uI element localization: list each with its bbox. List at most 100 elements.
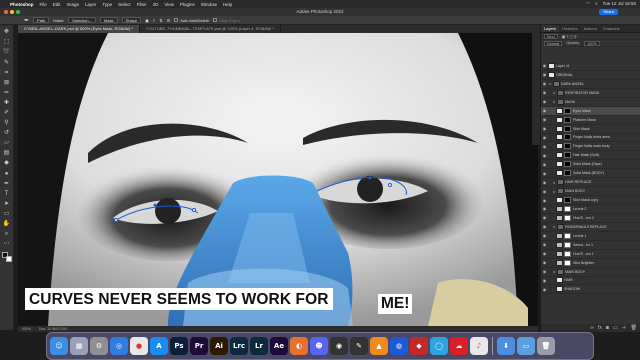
anchor-point[interactable] xyxy=(368,176,372,180)
menu-file[interactable]: File xyxy=(40,2,47,7)
zoom-icon[interactable]: ⌕ xyxy=(2,230,11,239)
layer-row[interactable]: ◉ Platform Mask xyxy=(541,116,640,125)
layer-row[interactable]: ◉ HAIR xyxy=(541,277,640,286)
hand-icon[interactable]: ✋ xyxy=(2,220,11,229)
new-group-icon[interactable]: ▭ xyxy=(613,324,618,332)
layer-row[interactable]: ◉ Skin Mask xyxy=(541,125,640,134)
layer-row[interactable]: ◉ Eyes Mask xyxy=(541,106,640,116)
wifi-icon[interactable]: ◠ xyxy=(586,1,590,7)
lightroom-icon[interactable]: Lr xyxy=(250,337,268,355)
globe-app-icon[interactable]: ◯ xyxy=(430,337,448,355)
shape-button[interactable]: Shape xyxy=(121,17,142,23)
layer-row[interactable]: ◉ ▸ DARK ANGEL xyxy=(541,80,640,89)
settings-gear-icon[interactable]: ⚙ xyxy=(167,18,171,23)
lasso-icon[interactable]: ➰ xyxy=(2,48,11,57)
layer-row[interactable]: ◉ Finger Nails main body xyxy=(541,142,640,152)
visibility-eye-icon[interactable]: ◉ xyxy=(541,63,548,68)
layer-row[interactable]: ◉ ▸ RESPIRATOR MASK xyxy=(541,89,640,98)
quick-select-icon[interactable]: ✎ xyxy=(2,58,11,67)
tab-actions[interactable]: Actions xyxy=(581,25,600,32)
close-window-button[interactable] xyxy=(4,10,8,14)
layer-mask-thumbnail[interactable] xyxy=(564,134,571,141)
kind-filter-select[interactable]: Kind xyxy=(544,33,558,39)
opacity-field[interactable]: 100% xyxy=(584,40,600,46)
tab-document-2[interactable]: YOUTUBE–THUMBNAIL–TEMPLATE.psd @ 100% (L… xyxy=(140,25,281,33)
layer-row[interactable]: ◉ ▸ MASK xyxy=(541,98,640,107)
lightroom-classic-icon[interactable]: Lrc xyxy=(230,337,248,355)
visibility-eye-icon[interactable]: ◉ xyxy=(541,72,548,77)
mask-button[interactable]: Mask xyxy=(99,17,118,23)
discord-icon[interactable]: ☻ xyxy=(310,337,328,355)
visibility-eye-icon[interactable]: ◉ xyxy=(541,108,548,113)
menubar-clock[interactable]: Tue 12 Jul 18:50 xyxy=(603,1,636,7)
marquee-icon[interactable]: ⬚ xyxy=(2,38,11,47)
eyedropper-icon[interactable]: ✑ xyxy=(2,89,11,98)
layer-row[interactable]: ◉ Layer 11 xyxy=(541,62,640,71)
visibility-eye-icon[interactable]: ◉ xyxy=(541,233,548,238)
visibility-eye-icon[interactable]: ◉ xyxy=(541,126,548,131)
menu-edit[interactable]: Edit xyxy=(53,2,61,7)
layer-mask-thumbnail[interactable] xyxy=(564,116,571,123)
tab-document-1[interactable]: CY8EB–ANGEL–DARK.psd @ 600% (Eyes Mask, … xyxy=(18,25,140,33)
tab-histories[interactable]: Histories xyxy=(559,25,581,32)
selection-button[interactable]: Selection... xyxy=(68,17,96,23)
color-swatches[interactable] xyxy=(1,252,12,263)
layer-row[interactable]: ◉ Hue/S...ion 1 xyxy=(541,250,640,259)
dodge-icon[interactable]: ● xyxy=(2,169,11,178)
menu-select[interactable]: Select xyxy=(118,2,131,7)
document-canvas[interactable] xyxy=(18,33,538,326)
type-icon[interactable]: T xyxy=(2,190,11,199)
tab-channels[interactable]: Channels xyxy=(600,25,623,32)
menu-plugins[interactable]: Plugins xyxy=(180,2,195,7)
visibility-eye-icon[interactable]: ◉ xyxy=(541,206,548,211)
folder-icon[interactable]: ▭ xyxy=(517,337,535,355)
finder-icon[interactable]: ☺ xyxy=(50,337,68,355)
layer-row[interactable]: ◉ SHADOW xyxy=(541,285,640,295)
anchor-point[interactable] xyxy=(192,208,196,212)
launchpad-icon[interactable]: ▦ xyxy=(70,337,88,355)
layer-row[interactable]: ◉ ▸ FINGERNAILS REPLACE xyxy=(541,223,640,232)
layer-mask-thumbnail[interactable] xyxy=(564,241,571,248)
visibility-eye-icon[interactable]: ◉ xyxy=(541,180,548,185)
path-mode-select[interactable]: Path xyxy=(33,17,50,23)
after-effects-icon[interactable]: Ae xyxy=(270,337,288,355)
new-layer-icon[interactable]: ＋ xyxy=(622,324,627,332)
visibility-eye-icon[interactable]: ◉ xyxy=(541,153,548,158)
layer-row[interactable]: ◉ Select...lor 1 xyxy=(541,241,640,250)
layer-mask-thumbnail[interactable] xyxy=(564,170,571,177)
layer-row[interactable]: ◉ Hue/S...ion 2 xyxy=(541,214,640,223)
downloads-icon[interactable]: ⬇ xyxy=(497,337,515,355)
path-align-icon[interactable]: ≡ xyxy=(153,18,155,23)
eraser-icon[interactable]: ▱ xyxy=(2,139,11,148)
firefox-icon[interactable]: ◐ xyxy=(290,337,308,355)
frame-icon[interactable]: ⊠ xyxy=(2,78,11,87)
visibility-eye-icon[interactable]: ◉ xyxy=(541,99,548,104)
minimize-window-button[interactable] xyxy=(10,10,14,14)
layer-mask-thumbnail[interactable] xyxy=(564,232,571,239)
layer-row[interactable]: ◉ ▸ HAIR REPLACE xyxy=(541,178,640,188)
creative-cloud-icon[interactable]: ☁ xyxy=(450,337,468,355)
zoom-window-button[interactable] xyxy=(16,10,20,14)
premiere-icon[interactable]: Pr xyxy=(190,337,208,355)
menu-window[interactable]: Window xyxy=(201,2,217,7)
background-color[interactable] xyxy=(5,256,12,263)
vlc-icon[interactable]: ▲ xyxy=(370,337,388,355)
menu-image[interactable]: Image xyxy=(67,2,80,7)
pen-icon[interactable]: ✒ xyxy=(2,179,11,188)
layer-mask-thumbnail[interactable] xyxy=(564,107,571,114)
search-icon[interactable]: ⌕ xyxy=(595,1,598,7)
gradient-icon[interactable]: ▤ xyxy=(2,149,11,158)
illustrator-icon[interactable]: Ai xyxy=(210,337,228,355)
menu-view[interactable]: View xyxy=(164,2,174,7)
visibility-eye-icon[interactable]: ◉ xyxy=(541,81,548,86)
more-tools-icon[interactable]: ⋯ xyxy=(2,240,11,249)
stamp-icon[interactable]: ⚲ xyxy=(2,119,11,128)
path-arrange-icon[interactable]: ⇅ xyxy=(159,18,162,23)
anchor-point[interactable] xyxy=(114,218,118,222)
trash-icon[interactable]: 🗑 xyxy=(537,337,555,355)
visibility-eye-icon[interactable]: ◉ xyxy=(541,162,548,167)
layer-row[interactable]: ◉ Levels 1 xyxy=(541,232,640,241)
delete-layer-icon[interactable]: 🗑 xyxy=(631,324,637,332)
blend-mode-select[interactable]: Normal xyxy=(544,40,563,46)
app-store-icon[interactable]: A xyxy=(150,337,168,355)
